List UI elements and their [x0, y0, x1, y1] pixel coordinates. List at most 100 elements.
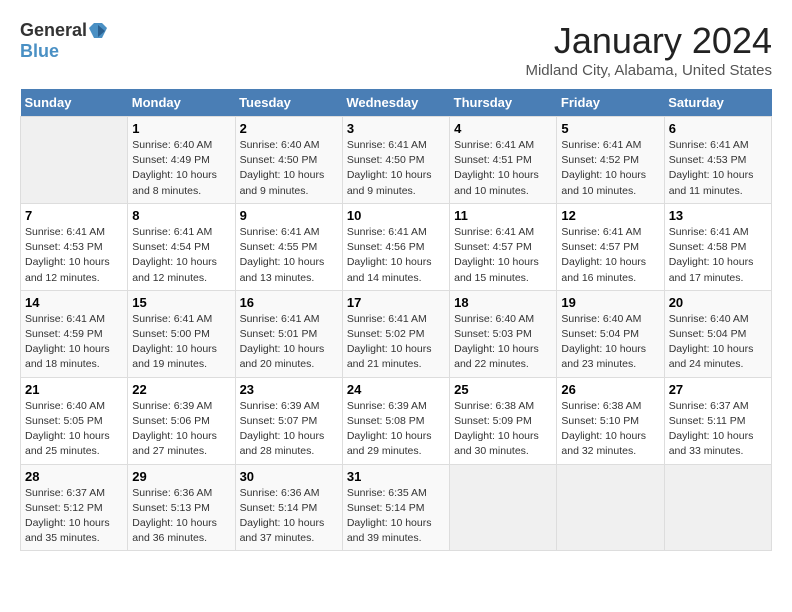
day-info: Sunrise: 6:36 AM Sunset: 5:13 PM Dayligh… — [132, 486, 230, 547]
day-number: 8 — [132, 208, 230, 223]
logo-icon — [89, 23, 107, 39]
day-info: Sunrise: 6:41 AM Sunset: 4:54 PM Dayligh… — [132, 225, 230, 286]
calendar-cell: 30 Sunrise: 6:36 AM Sunset: 5:14 PM Dayli… — [235, 464, 342, 551]
calendar-cell: 19 Sunrise: 6:40 AM Sunset: 5:04 PM Dayli… — [557, 290, 664, 377]
calendar-cell: 31 Sunrise: 6:35 AM Sunset: 5:14 PM Dayli… — [342, 464, 449, 551]
calendar-cell: 15 Sunrise: 6:41 AM Sunset: 5:00 PM Dayli… — [128, 290, 235, 377]
day-number: 21 — [25, 382, 123, 397]
day-info: Sunrise: 6:37 AM Sunset: 5:11 PM Dayligh… — [669, 399, 767, 460]
day-number: 2 — [240, 121, 338, 136]
day-info: Sunrise: 6:40 AM Sunset: 5:04 PM Dayligh… — [561, 312, 659, 373]
day-info: Sunrise: 6:40 AM Sunset: 5:04 PM Dayligh… — [669, 312, 767, 373]
calendar-cell: 14Sunrise: 6:41 AM Sunset: 4:59 PM Dayli… — [21, 290, 128, 377]
calendar-cell: 17Sunrise: 6:41 AM Sunset: 5:02 PM Dayli… — [342, 290, 449, 377]
weekday-header: Saturday — [664, 89, 771, 117]
calendar-cell: 18Sunrise: 6:40 AM Sunset: 5:03 PM Dayli… — [450, 290, 557, 377]
day-number: 7 — [25, 208, 123, 223]
day-info: Sunrise: 6:41 AM Sunset: 4:51 PM Dayligh… — [454, 138, 552, 199]
day-number: 15 — [132, 295, 230, 310]
day-info: Sunrise: 6:37 AM Sunset: 5:12 PM Dayligh… — [25, 486, 123, 547]
calendar-cell: 21 Sunrise: 6:40 AM Sunset: 5:05 PM Dayli… — [21, 377, 128, 464]
title-block: January 2024 Midland City, Alabama, Unit… — [525, 20, 772, 79]
day-number: 19 — [561, 295, 659, 310]
calendar-cell — [450, 464, 557, 551]
day-number: 28 — [25, 469, 123, 484]
day-number: 26 — [561, 382, 659, 397]
day-number: 6 — [669, 121, 767, 136]
day-info: Sunrise: 6:41 AM Sunset: 5:02 PM Dayligh… — [347, 312, 445, 373]
calendar-cell: 1Sunrise: 6:40 AM Sunset: 4:49 PM Daylig… — [128, 117, 235, 204]
day-info: Sunrise: 6:41 AM Sunset: 4:55 PM Dayligh… — [240, 225, 338, 286]
calendar-cell: 8 Sunrise: 6:41 AM Sunset: 4:54 PM Daylig… — [128, 203, 235, 290]
day-info: Sunrise: 6:39 AM Sunset: 5:06 PM Dayligh… — [132, 399, 230, 460]
day-number: 13 — [669, 208, 767, 223]
day-number: 5 — [561, 121, 659, 136]
calendar-cell: 3 Sunrise: 6:41 AM Sunset: 4:50 PM Daylig… — [342, 117, 449, 204]
calendar-cell: 22Sunrise: 6:39 AM Sunset: 5:06 PM Dayli… — [128, 377, 235, 464]
calendar-cell: 12 Sunrise: 6:41 AM Sunset: 4:57 PM Dayli… — [557, 203, 664, 290]
day-info: Sunrise: 6:41 AM Sunset: 4:52 PM Dayligh… — [561, 138, 659, 199]
day-info: Sunrise: 6:41 AM Sunset: 4:56 PM Dayligh… — [347, 225, 445, 286]
calendar-cell: 5 Sunrise: 6:41 AM Sunset: 4:52 PM Daylig… — [557, 117, 664, 204]
calendar-cell — [21, 117, 128, 204]
calendar-cell: 2 Sunrise: 6:40 AM Sunset: 4:50 PM Daylig… — [235, 117, 342, 204]
day-number: 1 — [132, 121, 230, 136]
day-number: 29 — [132, 469, 230, 484]
calendar-cell: 27Sunrise: 6:37 AM Sunset: 5:11 PM Dayli… — [664, 377, 771, 464]
logo-general-text: General — [20, 20, 87, 41]
calendar-cell — [557, 464, 664, 551]
logo-blue-text: Blue — [20, 41, 59, 61]
day-info: Sunrise: 6:35 AM Sunset: 5:14 PM Dayligh… — [347, 486, 445, 547]
calendar-cell: 23 Sunrise: 6:39 AM Sunset: 5:07 PM Dayli… — [235, 377, 342, 464]
day-number: 12 — [561, 208, 659, 223]
day-info: Sunrise: 6:41 AM Sunset: 4:59 PM Dayligh… — [25, 312, 123, 373]
weekday-header: Monday — [128, 89, 235, 117]
day-info: Sunrise: 6:39 AM Sunset: 5:08 PM Dayligh… — [347, 399, 445, 460]
calendar-cell: 13 Sunrise: 6:41 AM Sunset: 4:58 PM Dayli… — [664, 203, 771, 290]
day-info: Sunrise: 6:41 AM Sunset: 4:53 PM Dayligh… — [669, 138, 767, 199]
calendar-cell: 24Sunrise: 6:39 AM Sunset: 5:08 PM Dayli… — [342, 377, 449, 464]
calendar-cell: 6 Sunrise: 6:41 AM Sunset: 4:53 PM Daylig… — [664, 117, 771, 204]
calendar-cell: 4 Sunrise: 6:41 AM Sunset: 4:51 PM Daylig… — [450, 117, 557, 204]
day-info: Sunrise: 6:41 AM Sunset: 4:50 PM Dayligh… — [347, 138, 445, 199]
day-number: 18 — [454, 295, 552, 310]
calendar-header: SundayMondayTuesdayWednesdayThursdayFrid… — [21, 89, 772, 117]
weekday-header: Sunday — [21, 89, 128, 117]
page-header: General Blue January 2024 Midland City, … — [20, 20, 772, 79]
day-info: Sunrise: 6:41 AM Sunset: 4:57 PM Dayligh… — [454, 225, 552, 286]
calendar-week-row: 21 Sunrise: 6:40 AM Sunset: 5:05 PM Dayli… — [21, 377, 772, 464]
calendar-week-row: 7 Sunrise: 6:41 AM Sunset: 4:53 PM Daylig… — [21, 203, 772, 290]
day-info: Sunrise: 6:40 AM Sunset: 5:05 PM Dayligh… — [25, 399, 123, 460]
calendar-cell: 25Sunrise: 6:38 AM Sunset: 5:09 PM Dayli… — [450, 377, 557, 464]
calendar-week-row: 1Sunrise: 6:40 AM Sunset: 4:49 PM Daylig… — [21, 117, 772, 204]
day-info: Sunrise: 6:36 AM Sunset: 5:14 PM Dayligh… — [240, 486, 338, 547]
day-info: Sunrise: 6:41 AM Sunset: 4:53 PM Dayligh… — [25, 225, 123, 286]
day-info: Sunrise: 6:41 AM Sunset: 4:58 PM Dayligh… — [669, 225, 767, 286]
day-info: Sunrise: 6:41 AM Sunset: 4:57 PM Dayligh… — [561, 225, 659, 286]
calendar-week-row: 28 Sunrise: 6:37 AM Sunset: 5:12 PM Dayli… — [21, 464, 772, 551]
day-number: 3 — [347, 121, 445, 136]
day-number: 4 — [454, 121, 552, 136]
weekday-header: Thursday — [450, 89, 557, 117]
day-info: Sunrise: 6:39 AM Sunset: 5:07 PM Dayligh… — [240, 399, 338, 460]
day-number: 30 — [240, 469, 338, 484]
weekday-header: Wednesday — [342, 89, 449, 117]
day-number: 16 — [240, 295, 338, 310]
day-number: 23 — [240, 382, 338, 397]
calendar-cell: 10Sunrise: 6:41 AM Sunset: 4:56 PM Dayli… — [342, 203, 449, 290]
calendar-cell: 26Sunrise: 6:38 AM Sunset: 5:10 PM Dayli… — [557, 377, 664, 464]
calendar-cell: 7 Sunrise: 6:41 AM Sunset: 4:53 PM Daylig… — [21, 203, 128, 290]
month-title: January 2024 — [525, 20, 772, 62]
calendar-cell: 9Sunrise: 6:41 AM Sunset: 4:55 PM Daylig… — [235, 203, 342, 290]
day-info: Sunrise: 6:41 AM Sunset: 5:00 PM Dayligh… — [132, 312, 230, 373]
calendar-cell: 11 Sunrise: 6:41 AM Sunset: 4:57 PM Dayli… — [450, 203, 557, 290]
weekday-header: Tuesday — [235, 89, 342, 117]
day-info: Sunrise: 6:38 AM Sunset: 5:09 PM Dayligh… — [454, 399, 552, 460]
day-info: Sunrise: 6:40 AM Sunset: 4:50 PM Dayligh… — [240, 138, 338, 199]
calendar-cell: 20Sunrise: 6:40 AM Sunset: 5:04 PM Dayli… — [664, 290, 771, 377]
day-number: 31 — [347, 469, 445, 484]
day-info: Sunrise: 6:41 AM Sunset: 5:01 PM Dayligh… — [240, 312, 338, 373]
calendar-cell — [664, 464, 771, 551]
calendar-cell: 16 Sunrise: 6:41 AM Sunset: 5:01 PM Dayli… — [235, 290, 342, 377]
day-number: 11 — [454, 208, 552, 223]
